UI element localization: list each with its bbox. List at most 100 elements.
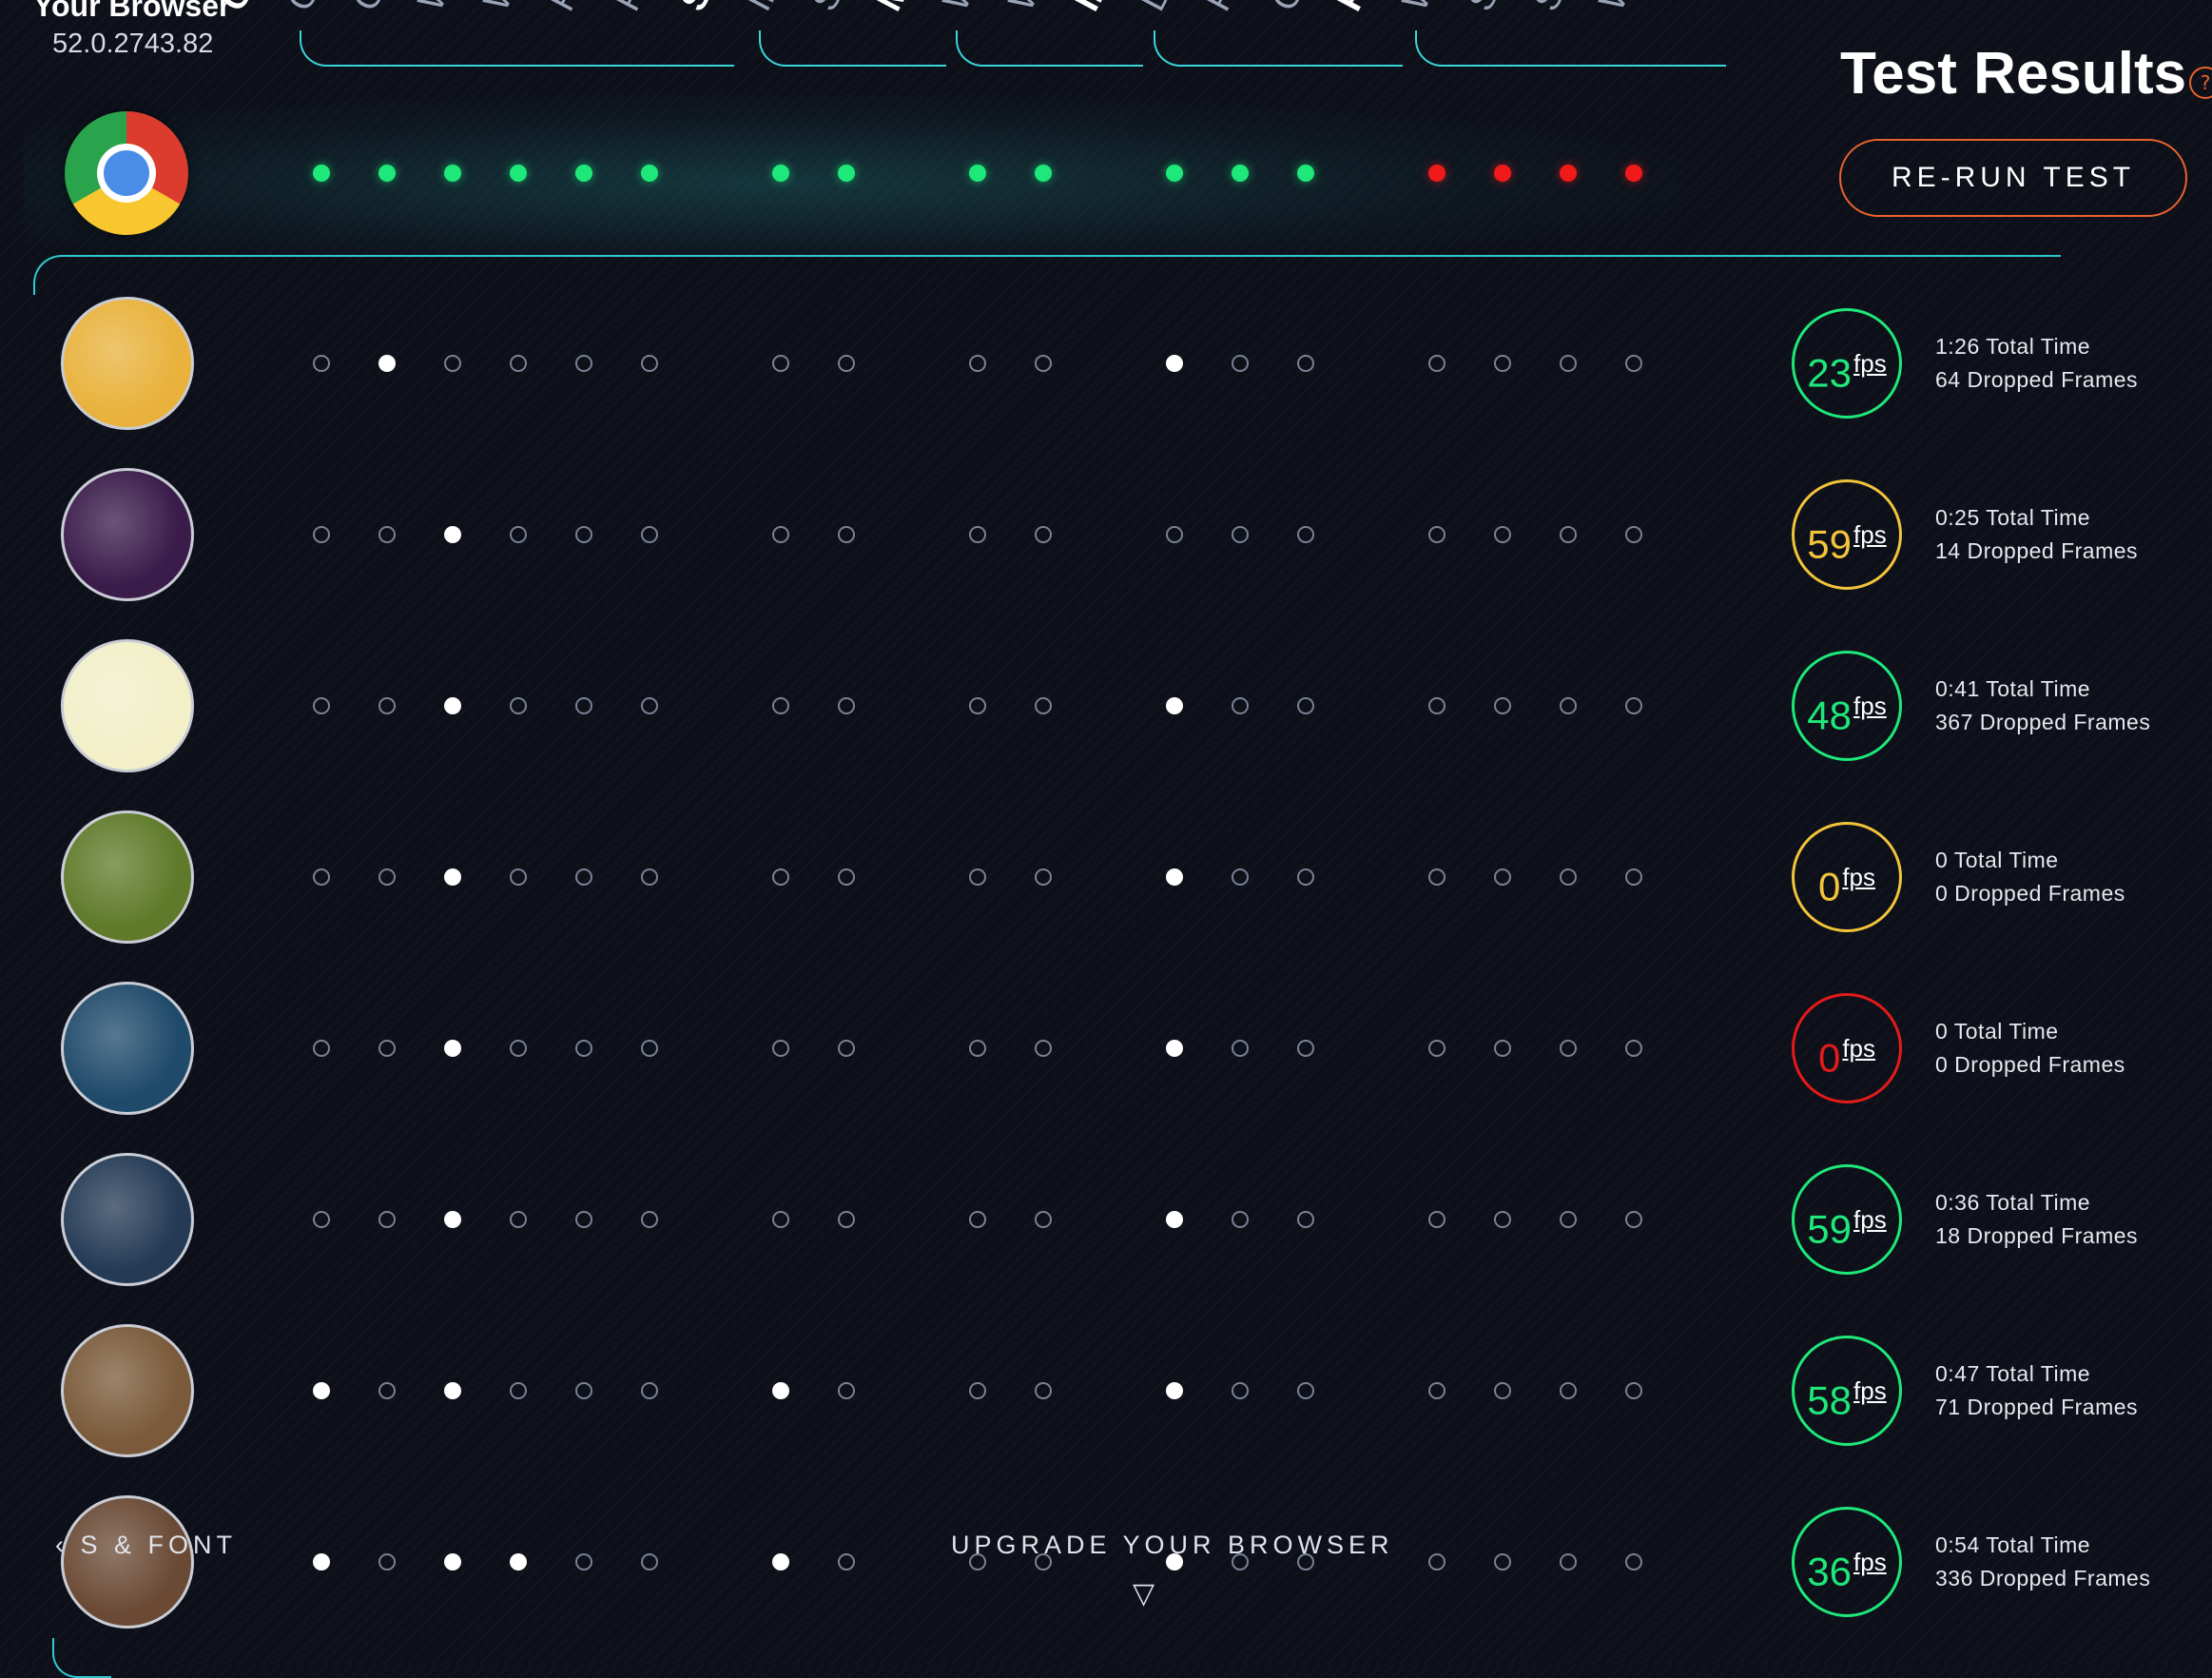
feature-unused-dot [313, 868, 330, 886]
total-time: 0:36 Total Time [1935, 1190, 2091, 1215]
feature-unused-dot [1035, 697, 1052, 714]
fps-unit: fps [1842, 863, 1876, 891]
chevron-down-icon[interactable]: ▽ [1133, 1577, 1155, 1610]
feature-unused-dot [1494, 1553, 1511, 1571]
feature-unused-dot [1297, 355, 1314, 372]
supported-dot [1297, 165, 1314, 182]
feature-unused-dot [1428, 355, 1446, 372]
test-thumbnail[interactable] [61, 639, 194, 772]
feature-unused-dot [838, 1040, 855, 1057]
feature-unused-dot [641, 697, 658, 714]
group-bracket [759, 30, 946, 67]
feature-unused-dot [313, 526, 330, 543]
column-header: FO [1329, 0, 1389, 18]
page-title: Test Results [1840, 41, 2187, 107]
feature-unused-dot [1297, 1382, 1314, 1399]
column-header: Po [1198, 0, 1255, 18]
feature-unused-dot [1494, 526, 1511, 543]
feature-unused-dot [641, 1211, 658, 1228]
dropped-frames: 336 Dropped Frames [1935, 1566, 2151, 1590]
feature-used-dot [444, 1040, 461, 1057]
feature-used-dot [444, 1211, 461, 1228]
feature-unused-dot [575, 355, 592, 372]
test-thumbnail[interactable] [61, 297, 194, 430]
dropped-frames: 0 Dropped Frames [1935, 881, 2125, 906]
supported-dot [969, 165, 986, 182]
total-time: 0:47 Total Time [1935, 1361, 2091, 1386]
group-bracket [1415, 30, 1726, 67]
feature-used-dot [1166, 355, 1183, 372]
feature-unused-dot [1625, 1553, 1642, 1571]
supported-dot [641, 165, 658, 182]
feature-unused-dot [313, 1040, 330, 1057]
feature-unused-dot [1625, 526, 1642, 543]
feature-unused-dot [641, 1382, 658, 1399]
feature-unused-dot [969, 1382, 986, 1399]
feature-unused-dot [969, 526, 986, 543]
test-thumbnail[interactable] [61, 1153, 194, 1286]
feature-unused-dot [1428, 1211, 1446, 1228]
feature-used-dot [772, 1382, 789, 1399]
feature-unused-dot [772, 1040, 789, 1057]
feature-unused-dot [575, 1382, 592, 1399]
feature-used-dot [444, 1553, 461, 1571]
feature-unused-dot [1297, 868, 1314, 886]
fps-badge: 59fps [1792, 479, 1902, 590]
unsupported-dot [1560, 165, 1577, 182]
feature-unused-dot [378, 1382, 396, 1399]
feature-unused-dot [1232, 868, 1249, 886]
test-thumbnail[interactable] [61, 468, 194, 601]
feature-unused-dot [1035, 1040, 1052, 1057]
feature-unused-dot [1625, 1211, 1642, 1228]
unsupported-dot [1428, 165, 1446, 182]
feature-unused-dot [1560, 355, 1577, 372]
feature-unused-dot [575, 1553, 592, 1571]
test-thumbnail[interactable] [61, 1495, 194, 1629]
feature-used-dot [1166, 868, 1183, 886]
total-time: 0:54 Total Time [1935, 1532, 2091, 1557]
feature-used-dot [313, 1382, 330, 1399]
feature-unused-dot [641, 526, 658, 543]
feature-unused-dot [838, 1382, 855, 1399]
supported-dot [838, 165, 855, 182]
supported-dot [313, 165, 330, 182]
feature-unused-dot [969, 1211, 986, 1228]
feature-unused-dot [1494, 1211, 1511, 1228]
feature-unused-dot [510, 868, 527, 886]
feature-unused-dot [1494, 697, 1511, 714]
unsupported-dot [1625, 165, 1642, 182]
feature-unused-dot [313, 697, 330, 714]
feature-unused-dot [313, 355, 330, 372]
total-time: 1:26 Total Time [1935, 334, 2091, 359]
column-header: Po [608, 0, 665, 18]
fps-unit: fps [1842, 1034, 1876, 1063]
feature-unused-dot [575, 1211, 592, 1228]
feature-unused-dot [1625, 868, 1642, 886]
feature-unused-dot [641, 868, 658, 886]
feature-unused-dot [1494, 868, 1511, 886]
rerun-test-button[interactable]: RE-RUN TEST [1839, 139, 2187, 217]
feature-unused-dot [1232, 526, 1249, 543]
prev-section-link[interactable]: ‹ S & FONT [55, 1531, 237, 1560]
fps-badge: 0fps [1792, 993, 1902, 1103]
group-bracket [956, 30, 1143, 67]
feature-unused-dot [1297, 1040, 1314, 1057]
feature-unused-dot [510, 355, 527, 372]
feature-unused-dot [510, 526, 527, 543]
fps-unit: fps [1853, 692, 1887, 720]
feature-unused-dot [575, 697, 592, 714]
feature-unused-dot [1232, 1382, 1249, 1399]
test-thumbnail[interactable] [61, 810, 194, 944]
help-icon[interactable]: ? [2189, 67, 2212, 99]
feature-unused-dot [1232, 1040, 1249, 1057]
feature-used-dot [1166, 697, 1183, 714]
test-thumbnail[interactable] [61, 982, 194, 1115]
column-header: M [869, 0, 920, 18]
column-header: Fo [542, 0, 598, 18]
feature-unused-dot [1560, 526, 1577, 543]
feature-used-dot [444, 1382, 461, 1399]
test-thumbnail[interactable] [61, 1324, 194, 1457]
dropped-frames: 64 Dropped Frames [1935, 367, 2139, 392]
upgrade-browser-link[interactable]: UPGRADE YOUR BROWSER [951, 1531, 1394, 1560]
feature-unused-dot [1560, 1553, 1577, 1571]
